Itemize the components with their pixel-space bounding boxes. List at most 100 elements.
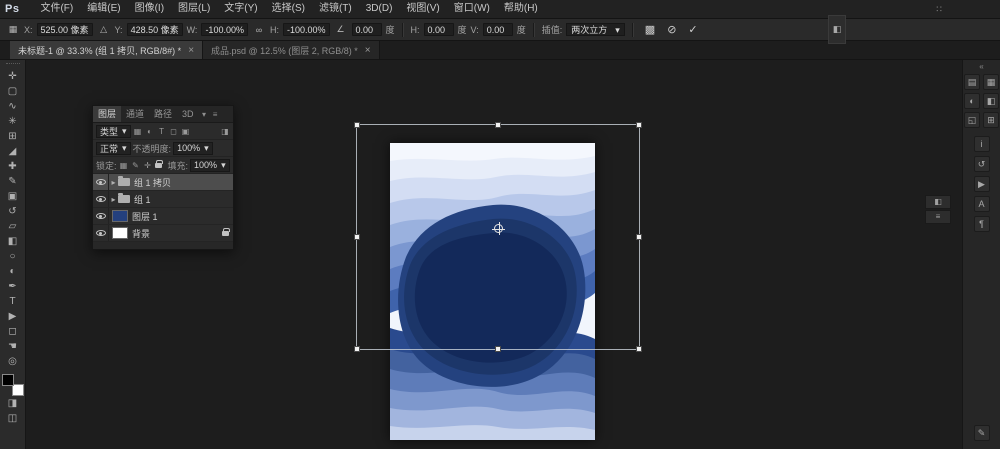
actions-panel-icon[interactable]: ▶ <box>974 176 990 192</box>
type-tool[interactable]: T <box>1 294 25 309</box>
canvas-area[interactable]: 图层 通道 路径 3D ▾ ≡ 类型 ▾ ▦ ◐ T ◻ ▣ <box>26 60 962 449</box>
transform-handle-middle-right[interactable] <box>636 234 642 240</box>
interpolation-select[interactable]: 两次立方 ▾ <box>566 23 625 36</box>
transform-handle-bottom-right[interactable] <box>636 346 642 352</box>
menu-filter[interactable]: 滤镜(T) <box>312 0 359 18</box>
stamp-tool[interactable]: ▣ <box>1 189 25 204</box>
lock-all-icon[interactable] <box>155 163 162 168</box>
eyedropper-tool[interactable]: ◢ <box>1 144 25 159</box>
menu-help[interactable]: 帮助(H) <box>497 0 545 18</box>
visibility-toggle[interactable] <box>93 191 109 207</box>
layer-row-group1[interactable]: ▸ 组 1 <box>93 191 233 208</box>
group-expander-icon[interactable]: ▸ <box>109 195 118 204</box>
fill-select[interactable]: 100% ▾ <box>190 159 230 172</box>
adjustments-panel-icon[interactable]: ◐ <box>964 93 980 109</box>
properties-panel-icon[interactable]: ⊞ <box>983 112 999 128</box>
character-panel-icon[interactable]: A <box>974 196 990 212</box>
color-swatches[interactable] <box>2 374 24 396</box>
menu-layer[interactable]: 图层(L) <box>171 0 217 18</box>
path-select-tool[interactable]: ▶ <box>1 309 25 324</box>
transform-handle-top-left[interactable] <box>354 122 360 128</box>
height-scale-field[interactable]: -100.00% <box>283 23 330 36</box>
filter-smart-object-icon[interactable]: ▣ <box>181 127 191 136</box>
visibility-toggle[interactable] <box>93 174 109 190</box>
opacity-select[interactable]: 100% ▾ <box>173 142 213 155</box>
gradient-tool[interactable]: ◧ <box>1 234 25 249</box>
document-tab-untitled[interactable]: 未标题-1 @ 33.3% (组 1 拷贝, RGB/8#) * × <box>10 41 203 59</box>
menu-file[interactable]: 文件(F) <box>33 0 80 18</box>
marquee-tool[interactable]: ▢ <box>1 84 25 99</box>
tab-paths[interactable]: 路径 <box>149 106 177 122</box>
hand-tool[interactable]: ☚ <box>1 339 25 354</box>
menu-view[interactable]: 视图(V) <box>399 0 446 18</box>
reference-point-icon[interactable]: ▦ <box>6 24 20 35</box>
tab-3d[interactable]: 3D <box>177 106 199 122</box>
move-tool[interactable]: ✛ <box>1 69 25 84</box>
filter-type-layers-icon[interactable]: T <box>157 127 167 136</box>
filter-adjustment-icon[interactable]: ◐ <box>145 127 155 136</box>
close-tab-icon[interactable]: × <box>365 45 371 56</box>
blur-tool[interactable]: ○ <box>1 249 25 264</box>
history-brush-tool[interactable]: ↺ <box>1 204 25 219</box>
quick-mask-button[interactable]: ◨ <box>1 396 25 411</box>
mini-panel-button-2[interactable]: ≡ <box>925 210 951 224</box>
rotation-angle-field[interactable]: 0.00 <box>352 23 382 36</box>
relative-position-icon[interactable]: △ <box>97 24 111 35</box>
y-position-field[interactable]: 428.50 像素 <box>127 23 183 36</box>
filter-shape-layers-icon[interactable]: ◻ <box>169 127 179 136</box>
transform-bounding-box[interactable] <box>356 124 640 350</box>
layer-filter-select[interactable]: 类型 ▾ <box>96 125 131 138</box>
mini-panel-button-1[interactable]: ◧ <box>925 195 951 209</box>
pen-tool[interactable]: ✒ <box>1 279 25 294</box>
menu-edit[interactable]: 编辑(E) <box>80 0 127 18</box>
transform-reference-point[interactable] <box>494 224 503 233</box>
visibility-toggle[interactable] <box>93 208 109 224</box>
transform-handle-bottom-left[interactable] <box>354 346 360 352</box>
transform-handle-top-center[interactable] <box>495 122 501 128</box>
layer-row-background[interactable]: 背景 <box>93 225 233 242</box>
lasso-tool[interactable]: ∿ <box>1 99 25 114</box>
panel-menu-icon[interactable]: ≡ <box>210 106 221 122</box>
document-tab-chengpin[interactable]: 成品.psd @ 12.5% (图层 2, RGB/8) * × <box>203 41 380 59</box>
collapsed-panel-chip[interactable]: ◧ <box>828 15 846 44</box>
blend-mode-select[interactable]: 正常 ▾ <box>96 142 131 155</box>
swatches-panel-icon[interactable]: ▦ <box>983 74 999 90</box>
brush-panel-icon[interactable]: ✎ <box>974 425 990 441</box>
transform-handle-bottom-center[interactable] <box>495 346 501 352</box>
workspace-switcher-icon[interactable]: ∷ <box>936 4 942 15</box>
brush-tool[interactable]: ✎ <box>1 174 25 189</box>
eraser-tool[interactable]: ▱ <box>1 219 25 234</box>
close-tab-icon[interactable]: × <box>188 45 194 56</box>
foreground-color-swatch[interactable] <box>2 374 14 386</box>
width-scale-field[interactable]: -100.00% <box>201 23 248 36</box>
layer-row-layer1[interactable]: 图层 1 <box>93 208 233 225</box>
lock-transparent-icon[interactable]: ▦ <box>119 161 129 170</box>
warp-mode-button[interactable]: ▩ <box>641 23 659 36</box>
panel-collapse-icon[interactable]: ▾ <box>199 106 210 122</box>
menu-3d[interactable]: 3D(D) <box>359 0 400 18</box>
quick-select-tool[interactable]: ✳ <box>1 114 25 129</box>
menu-window[interactable]: 窗口(W) <box>447 0 497 18</box>
info-panel-icon[interactable]: i <box>974 136 990 152</box>
dodge-tool[interactable]: ◐ <box>1 264 25 279</box>
cancel-transform-button[interactable]: ⊘ <box>663 23 680 36</box>
tab-channels[interactable]: 通道 <box>121 106 149 122</box>
transform-handle-middle-left[interactable] <box>354 234 360 240</box>
zoom-tool[interactable]: ◎ <box>1 354 25 369</box>
expand-panels-icon[interactable]: « <box>979 62 983 72</box>
menu-image[interactable]: 图像(I) <box>128 0 171 18</box>
commit-transform-button[interactable]: ✓ <box>684 23 701 36</box>
color-panel-icon[interactable]: ▤ <box>964 74 980 90</box>
lock-position-icon[interactable]: ✛ <box>143 161 153 170</box>
filter-toggle-icon[interactable]: ◨ <box>220 127 230 136</box>
x-position-field[interactable]: 525.00 像素 <box>37 23 93 36</box>
toolbar-grip[interactable] <box>6 63 20 67</box>
shape-tool[interactable]: ◻ <box>1 324 25 339</box>
menu-type[interactable]: 文字(Y) <box>217 0 264 18</box>
history-panel-icon[interactable]: ↺ <box>974 156 990 172</box>
tab-layers[interactable]: 图层 <box>93 106 121 122</box>
visibility-toggle[interactable] <box>93 225 109 241</box>
skew-v-field[interactable]: 0.00 <box>483 23 513 36</box>
group-expander-icon[interactable]: ▸ <box>109 178 118 187</box>
link-dimensions-icon[interactable]: ∞ <box>252 25 266 35</box>
